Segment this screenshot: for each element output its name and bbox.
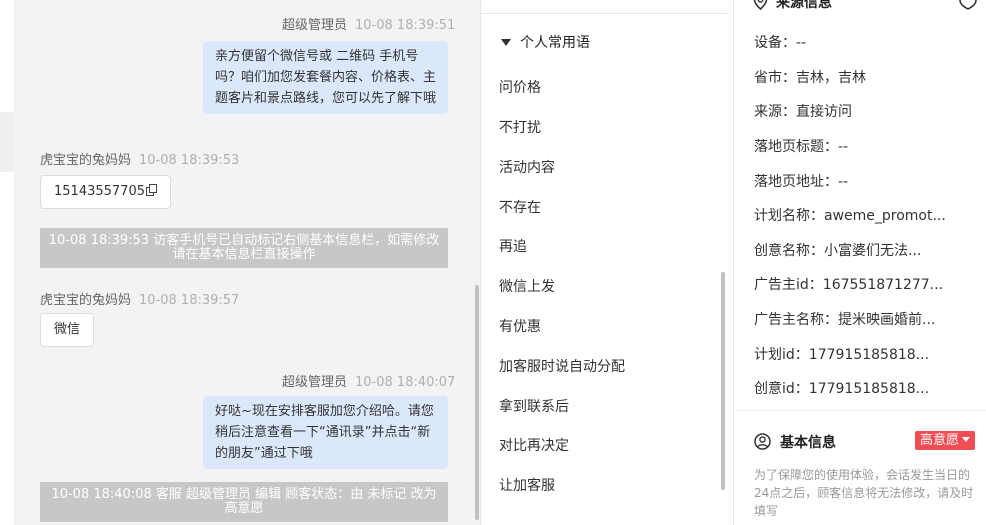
chat-scrollbar[interactable] <box>475 285 479 520</box>
message-time: 10-08 18:39:57 <box>139 293 240 308</box>
info-label: 落地页标题： <box>754 139 838 155</box>
phrase-item[interactable]: 拿到联系后 <box>499 396 569 416</box>
phrase-item[interactable]: 活动内容 <box>499 157 555 177</box>
phrase-item[interactable]: 不打扰 <box>499 117 541 137</box>
info-row-landing-title: 落地页标题：-- <box>754 136 848 156</box>
info-value: -- <box>838 139 849 155</box>
message-meta: 超级管理员 10-08 18:39:51 <box>282 14 455 33</box>
phrases-scrollbar[interactable] <box>721 272 725 490</box>
phrase-item[interactable]: 有优惠 <box>499 316 541 336</box>
info-label: 创意id： <box>754 381 809 397</box>
phrase-item[interactable]: 加客服时说自动分配 <box>499 356 625 376</box>
info-label: 广告主名称： <box>754 312 838 328</box>
message-meta: 虎宝宝的兔妈妈 10-08 18:39:57 <box>40 289 239 308</box>
info-label: 创意名称： <box>754 243 824 259</box>
phrase-group-header[interactable]: 个人常用语 <box>501 32 590 52</box>
info-value: 直接访问 <box>796 104 852 120</box>
phrases-panel: 个人常用语 问价格 不打扰 活动内容 不存在 再追 微信上发 有优惠 加客服时说… <box>480 0 734 525</box>
message-meta: 虎宝宝的兔妈妈 10-08 18:39:53 <box>40 149 239 168</box>
info-value[interactable]: 提米映画婚前... <box>838 312 935 328</box>
phrase-item[interactable]: 对比再决定 <box>499 435 569 455</box>
message-time: 10-08 18:39:53 <box>139 153 240 168</box>
left-strip-band <box>0 112 14 172</box>
edit-notice: 为了保障您的使用体验，会话发生当日的24点之后，顾客信息将无法修改，请及时填写 <box>754 468 974 518</box>
info-row-source: 来源：直接访问 <box>754 101 852 121</box>
message-meta: 超级管理员 10-08 18:40:07 <box>282 371 455 390</box>
info-value: -- <box>838 174 849 190</box>
location-pin-icon <box>753 0 768 11</box>
info-label: 省市： <box>754 70 796 86</box>
message-bubble[interactable]: 好哒~现在安排客服加您介绍哈。请您稍后注意查看一下“通讯录”并点击“新的朋友”通… <box>203 396 448 469</box>
sender-name: 虎宝宝的兔妈妈 <box>40 293 132 308</box>
info-value: 吉林，吉林 <box>796 70 866 86</box>
basic-info-title: 基本信息 <box>780 435 836 451</box>
message-time: 10-08 18:39:51 <box>355 18 456 33</box>
source-info-header: 来源信息 <box>753 0 832 12</box>
info-row-creative-id: 创意id：177915185818... <box>754 378 929 398</box>
phrase-item[interactable]: 微信上发 <box>499 276 555 296</box>
info-value[interactable]: 177915185818... <box>809 347 929 363</box>
info-row-creative-name: 创意名称：小富婆们无法... <box>754 240 921 260</box>
left-strip <box>0 0 14 525</box>
info-value[interactable]: 167551871277... <box>823 277 943 293</box>
chat-panel: 超级管理员 10-08 18:39:51 亲方便留个微信号或 二维码 手机号吗？咱… <box>14 0 480 525</box>
shield-icon[interactable] <box>958 0 978 10</box>
sender-name: 虎宝宝的兔妈妈 <box>40 153 132 168</box>
info-value[interactable]: 177915185818... <box>809 381 929 397</box>
user-circle-icon <box>754 433 771 450</box>
info-value[interactable]: 小富婆们无法... <box>824 243 921 259</box>
message-time: 10-08 18:40:07 <box>355 375 456 390</box>
phrase-group-title: 个人常用语 <box>520 35 590 51</box>
info-label: 计划id： <box>754 347 809 363</box>
message-bubble[interactable]: 微信 <box>40 313 95 347</box>
basic-info-header: 基本信息 <box>754 432 836 452</box>
message-bubble[interactable]: 亲方便留个微信号或 二维码 手机号吗？咱们加您发套餐内容、价格表、主题客片和景点… <box>203 41 448 114</box>
info-label: 来源： <box>754 104 796 120</box>
info-panel: 来源信息 设备：-- 省市：吉林，吉林 来源：直接访问 落地页标题：-- 落地页… <box>734 0 986 525</box>
system-notice: 10-08 18:40:08 客服 超级管理员 编辑 顾客状态：由 未标记 改为… <box>40 482 448 522</box>
info-label: 设备： <box>754 35 796 51</box>
copy-icon[interactable] <box>145 184 157 196</box>
system-notice: 10-08 18:39:53 访客手机号已自动标记右侧基本信息栏，如需修改请在基… <box>40 228 448 268</box>
info-value[interactable]: aweme_promot... <box>824 208 946 224</box>
divider <box>734 410 986 411</box>
info-value: -- <box>796 35 807 51</box>
caret-down-icon <box>962 437 971 442</box>
sender-name: 超级管理员 <box>282 18 348 33</box>
divider <box>481 13 727 14</box>
info-row-region: 省市：吉林，吉林 <box>754 67 866 87</box>
phrase-item[interactable]: 问价格 <box>499 77 541 97</box>
caret-down-icon <box>501 39 511 46</box>
intent-status-dropdown[interactable]: 高意愿 <box>915 431 976 450</box>
message-bubble[interactable]: 15143557705 <box>40 175 171 209</box>
info-label: 落地页地址： <box>754 174 838 190</box>
phrase-item[interactable]: 不存在 <box>499 197 541 217</box>
intent-status-label: 高意愿 <box>920 433 960 448</box>
info-label: 广告主id： <box>754 277 823 293</box>
source-info-title: 来源信息 <box>776 0 832 11</box>
info-label: 计划名称： <box>754 208 824 224</box>
phone-number: 15143557705 <box>54 184 145 199</box>
info-row-advertiser-name: 广告主名称：提米映画婚前... <box>754 309 935 329</box>
phrase-item[interactable]: 再追 <box>499 236 527 256</box>
info-row-plan-id: 计划id：177915185818... <box>754 344 929 364</box>
info-row-landing-url: 落地页地址：-- <box>754 171 848 191</box>
phrase-item[interactable]: 让加客服 <box>499 475 555 495</box>
sender-name: 超级管理员 <box>282 375 348 390</box>
info-row-plan-name: 计划名称：aweme_promot... <box>754 205 946 225</box>
info-row-advertiser-id: 广告主id：167551871277... <box>754 274 943 294</box>
info-row-device: 设备：-- <box>754 32 806 52</box>
